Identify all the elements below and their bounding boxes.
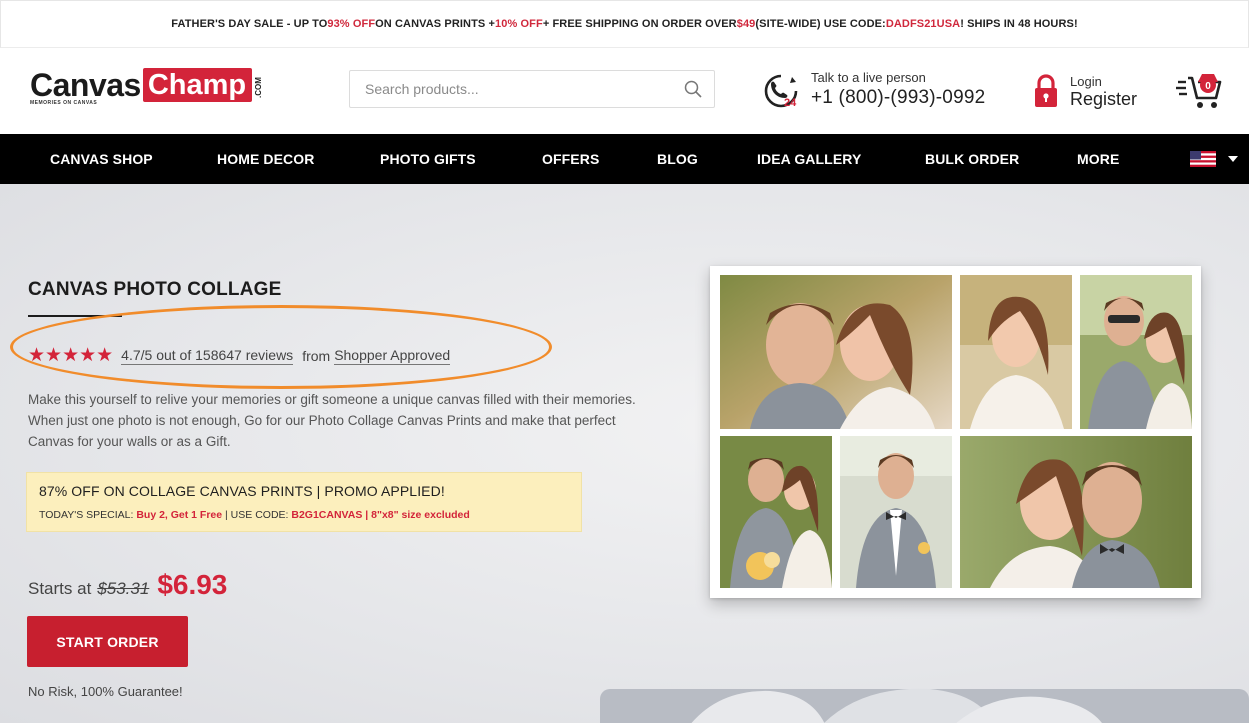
collage-canvas-image xyxy=(710,266,1201,598)
logo-tagline: MEMORIES ON CANVAS xyxy=(30,100,98,106)
support-24-label: 24 xyxy=(784,97,797,109)
nav-idea-gallery[interactable]: IDEA GALLERY xyxy=(757,134,861,184)
lock-icon[interactable] xyxy=(1033,74,1059,108)
collage-photo-couple-1 xyxy=(720,275,952,429)
collage-photo-groom xyxy=(840,436,952,588)
promo-extra-discount: 10% OFF xyxy=(495,18,543,30)
nav-home-decor[interactable]: HOME DECOR xyxy=(217,134,314,184)
phone-number[interactable]: +1 (800)-(993)-0992 xyxy=(811,87,985,109)
promo-banner[interactable]: FATHER'S DAY SALE - UP TO 93% OFF ON CAN… xyxy=(0,0,1249,48)
use-code-label: | USE CODE: xyxy=(222,509,292,521)
collage-photo-couple-3 xyxy=(960,436,1192,588)
promo-text-2: ON CANVAS PRINTS + xyxy=(375,18,496,30)
register-link[interactable]: Register xyxy=(1070,89,1137,110)
promo-discount: 93% OFF xyxy=(327,18,376,30)
cart-icon[interactable]: 0 xyxy=(1176,70,1222,110)
promo-applied-text: 87% OFF ON COLLAGE CANVAS PRINTS | PROMO… xyxy=(39,483,445,499)
collage-photo-couple-2 xyxy=(720,436,832,588)
nav-photo-gifts[interactable]: PHOTO GIFTS xyxy=(380,134,476,184)
price-label: Starts at xyxy=(28,579,92,598)
collage-photo-groom-sunglasses xyxy=(1080,275,1192,429)
nav-offers[interactable]: OFFERS xyxy=(542,134,599,184)
guarantee-text: No Risk, 100% Guarantee! xyxy=(28,684,183,699)
sofa-decor xyxy=(600,688,1249,723)
chevron-down-icon[interactable] xyxy=(1228,156,1238,162)
nav-blog[interactable]: BLOG xyxy=(657,134,698,184)
main-nav: CANVAS SHOP HOME DECOR PHOTO GIFTS OFFER… xyxy=(0,134,1249,184)
logo-com-text: .COM xyxy=(254,77,264,98)
logo-canvas-text: Canvas xyxy=(30,67,141,103)
nav-bulk-order[interactable]: BULK ORDER xyxy=(925,134,1019,184)
sale-price: $6.93 xyxy=(157,569,228,600)
promo-text-4: (SITE-WIDE) USE CODE: xyxy=(755,18,886,30)
promo-code: DADFS21USA xyxy=(885,18,961,30)
promo-text-5: ! SHIPS IN 48 HOURS! xyxy=(960,18,1078,30)
login-link[interactable]: Login xyxy=(1070,74,1102,89)
nav-canvas-shop[interactable]: CANVAS SHOP xyxy=(50,134,153,184)
product-description: Make this yourself to relive your memori… xyxy=(28,392,636,449)
page-title: CANVAS PHOTO COLLAGE xyxy=(28,279,282,300)
todays-special-text: TODAY'S SPECIAL: Buy 2, Get 1 Free | USE… xyxy=(39,509,470,521)
nav-more[interactable]: MORE xyxy=(1077,134,1119,184)
support-24-icon: 24 xyxy=(762,72,800,110)
promo-applied-box: 87% OFF ON COLLAGE CANVAS PRINTS | PROMO… xyxy=(26,472,582,532)
todays-special-label: TODAY'S SPECIAL: xyxy=(39,509,137,521)
cart-count: 0 xyxy=(1205,81,1211,92)
logo-champ-text: Champ xyxy=(142,68,253,102)
promo-text-1: FATHER'S DAY SALE - UP TO xyxy=(171,18,328,30)
us-flag-icon[interactable] xyxy=(1190,151,1216,167)
live-person-label: Talk to a live person xyxy=(811,70,926,85)
highlight-annotation xyxy=(10,305,552,389)
search-input[interactable] xyxy=(350,71,670,107)
promo-text-3: + FREE SHIPPING ON ORDER OVER xyxy=(542,18,737,30)
todays-special-code: B2G1CANVAS | 8"x8" size excluded xyxy=(291,509,470,521)
hero-section: CANVAS PHOTO COLLAGE ★★★★★ 4.7/5 out of … xyxy=(0,184,1249,723)
original-price: $53.31 xyxy=(97,579,150,598)
price-row: Starts at $53.31 $6.93 xyxy=(28,569,227,601)
start-order-button[interactable]: START ORDER xyxy=(27,616,188,667)
search-icon[interactable] xyxy=(684,80,702,98)
search-box xyxy=(349,70,715,108)
todays-special-offer: Buy 2, Get 1 Free xyxy=(136,509,223,521)
collage-photo-bride xyxy=(960,275,1072,429)
promo-min-amount: $49 xyxy=(736,18,756,30)
